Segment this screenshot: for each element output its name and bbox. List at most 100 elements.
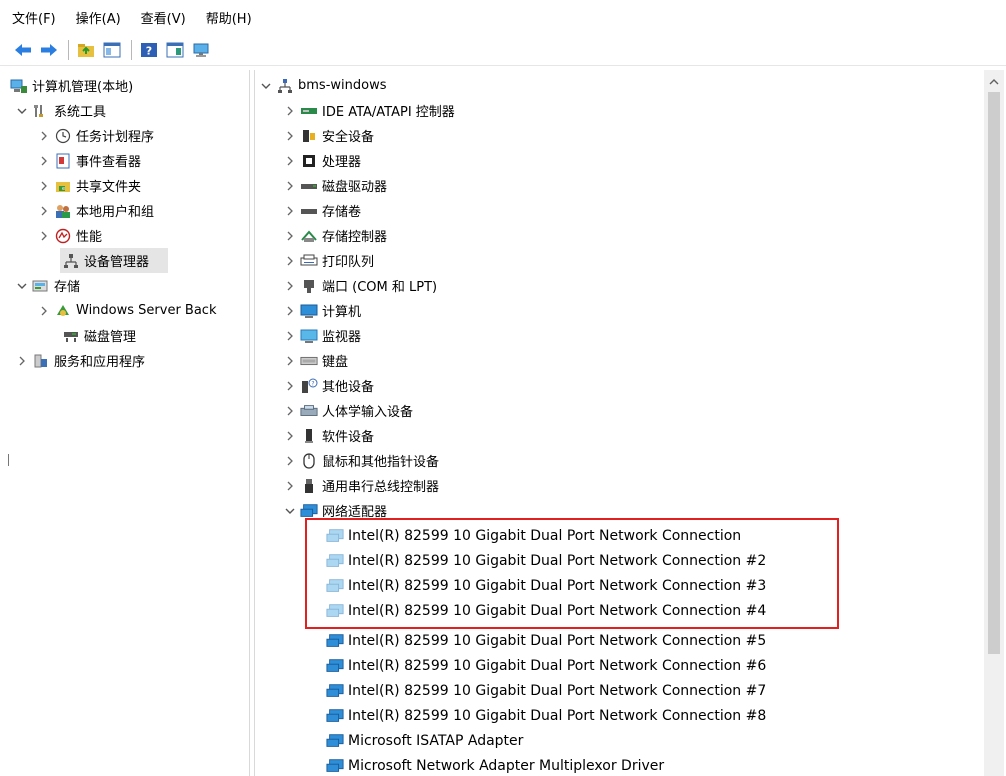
tree-item-label: 存储卷 [322,205,362,220]
tree-item-processors[interactable]: 处理器 [282,148,361,173]
menu-bar: 文件(F) 操作(A) 查看(V) 帮助(H) [0,0,1006,34]
tree-item-print-queues[interactable]: 打印队列 [282,248,374,273]
pane-splitter[interactable] [249,70,255,776]
chevron-right-icon[interactable] [36,228,52,244]
tree-item-services-apps[interactable]: 服务和应用程序 [14,348,145,373]
tree-item-ide-controllers[interactable]: IDE ATA/ATAPI 控制器 [282,98,455,123]
up-folder-icon[interactable] [75,39,97,61]
tree-item-storage-controllers[interactable]: 存储控制器 [282,223,387,248]
tree-item-other-devices[interactable]: ? 其他设备 [282,373,374,398]
tree-item-storage-volumes[interactable]: 存储卷 [282,198,361,223]
tree-item-device-manager[interactable]: 设备管理器 [60,248,168,273]
network-adapter-item[interactable]: Intel(R) 82599 10 Gigabit Dual Port Netw… [324,678,766,703]
tree-item-shared-folders[interactable]: e 共享文件夹 [36,173,141,198]
tree-item-monitors[interactable]: 监视器 [282,323,361,348]
chevron-right-icon[interactable] [282,353,298,369]
chevron-right-icon[interactable] [282,153,298,169]
back-arrow-icon[interactable] [12,39,34,61]
network-adapter-label: Intel(R) 82599 10 Gigabit Dual Port Netw… [348,577,767,594]
chevron-down-icon[interactable] [258,78,274,94]
tree-item-mice[interactable]: 鼠标和其他指针设备 [282,448,439,473]
tree-item-computer-root[interactable]: bms-windows [258,73,386,98]
tree-item-computer[interactable]: 计算机 [282,298,361,323]
tree-item-local-users[interactable]: 本地用户和组 [36,198,154,223]
computer-icon [300,303,318,319]
tree-item-computer-management[interactable]: 计算机管理(本地) [10,73,133,98]
tree-item-windows-server-backup[interactable]: Windows Server Back [36,298,217,323]
vertical-scrollbar[interactable] [984,70,1004,776]
chevron-right-icon[interactable] [282,478,298,494]
help-icon[interactable]: ? [138,39,160,61]
tree-item-label: 人体学输入设备 [322,405,414,420]
network-adapter-item[interactable]: Intel(R) 82599 10 Gigabit Dual Port Netw… [324,548,766,573]
network-adapter-item[interactable]: Intel(R) 82599 10 Gigabit Dual Port Netw… [324,703,766,728]
monitor-icon[interactable] [190,39,212,61]
show-action-pane-icon[interactable] [164,39,186,61]
chevron-right-icon[interactable] [36,203,52,219]
tree-item-label: Windows Server Back [76,303,217,318]
tree-item-security-devices[interactable]: 安全设备 [282,123,374,148]
tools-icon [32,103,50,119]
chevron-right-icon[interactable] [36,178,52,194]
tree-item-performance[interactable]: 性能 [36,223,102,248]
chevron-right-icon[interactable] [282,253,298,269]
network-adapter-icon [326,658,344,674]
tree-item-disk-drives[interactable]: 磁盘驱动器 [282,173,387,198]
tree-item-task-scheduler[interactable]: 任务计划程序 [36,123,154,148]
tree-item-usb-controllers[interactable]: 通用串行总线控制器 [282,473,439,498]
chevron-down-icon[interactable] [14,103,30,119]
tree-item-keyboards[interactable]: 键盘 [282,348,348,373]
menu-action[interactable]: 操作(A) [76,8,129,27]
storage-icon [32,278,50,294]
network-adapter-item[interactable]: Intel(R) 82599 10 Gigabit Dual Port Netw… [324,628,766,653]
chevron-down-icon[interactable] [282,503,298,519]
chevron-right-icon[interactable] [282,428,298,444]
chevron-right-icon[interactable] [282,403,298,419]
tree-item-label: 鼠标和其他指针设备 [322,455,440,470]
device-manager-icon [276,78,294,94]
forward-arrow-icon[interactable] [38,39,60,61]
network-adapter-icon [326,683,344,699]
network-adapter-item[interactable]: Intel(R) 82599 10 Gigabit Dual Port Netw… [324,573,766,598]
chevron-right-icon[interactable] [36,303,52,319]
scrollbar-thumb[interactable] [988,92,1000,654]
chevron-right-icon[interactable] [14,353,30,369]
tree-item-hid[interactable]: 人体学输入设备 [282,398,413,423]
chevron-down-icon[interactable] [14,278,30,294]
menu-help[interactable]: 帮助(H) [206,8,260,27]
chevron-right-icon[interactable] [36,128,52,144]
menu-view[interactable]: 查看(V) [141,8,194,27]
chevron-right-icon[interactable] [282,328,298,344]
chevron-right-icon[interactable] [282,103,298,119]
network-adapter-item[interactable]: Intel(R) 82599 10 Gigabit Dual Port Netw… [324,523,741,548]
chevron-right-icon[interactable] [282,453,298,469]
chevron-right-icon[interactable] [282,203,298,219]
tree-item-label: 共享文件夹 [76,180,142,195]
chevron-right-icon[interactable] [282,378,298,394]
scroll-up-icon[interactable] [984,74,1004,90]
tree-item-label: 处理器 [322,155,362,170]
tree-item-storage[interactable]: 存储 [14,273,80,298]
tree-item-event-viewer[interactable]: 事件查看器 [36,148,141,173]
computer-management-icon [10,78,28,94]
tree-item-disk-management[interactable]: 磁盘管理 [60,323,136,348]
chevron-right-icon[interactable] [282,303,298,319]
chevron-right-icon[interactable] [282,228,298,244]
tree-item-ports[interactable]: 端口 (COM 和 LPT) [282,273,437,298]
tree-item-system-tools[interactable]: 系统工具 [14,98,106,123]
chevron-right-icon[interactable] [282,128,298,144]
security-device-icon [300,128,318,144]
show-hide-console-tree-icon[interactable] [101,39,123,61]
tree-item-label: 网络适配器 [322,505,388,520]
chevron-right-icon[interactable] [36,153,52,169]
network-adapter-item[interactable]: Microsoft Network Adapter Multiplexor Dr… [324,753,664,776]
chevron-right-icon[interactable] [282,278,298,294]
performance-icon [54,228,72,244]
tree-item-network-adapters[interactable]: 网络适配器 [282,498,387,523]
network-adapter-item[interactable]: Intel(R) 82599 10 Gigabit Dual Port Netw… [324,653,766,678]
chevron-right-icon[interactable] [282,178,298,194]
network-adapter-item[interactable]: Intel(R) 82599 10 Gigabit Dual Port Netw… [324,598,766,623]
menu-file[interactable]: 文件(F) [12,8,64,27]
network-adapter-item[interactable]: Microsoft ISATAP Adapter [324,728,523,753]
tree-item-software-devices[interactable]: 软件设备 [282,423,374,448]
